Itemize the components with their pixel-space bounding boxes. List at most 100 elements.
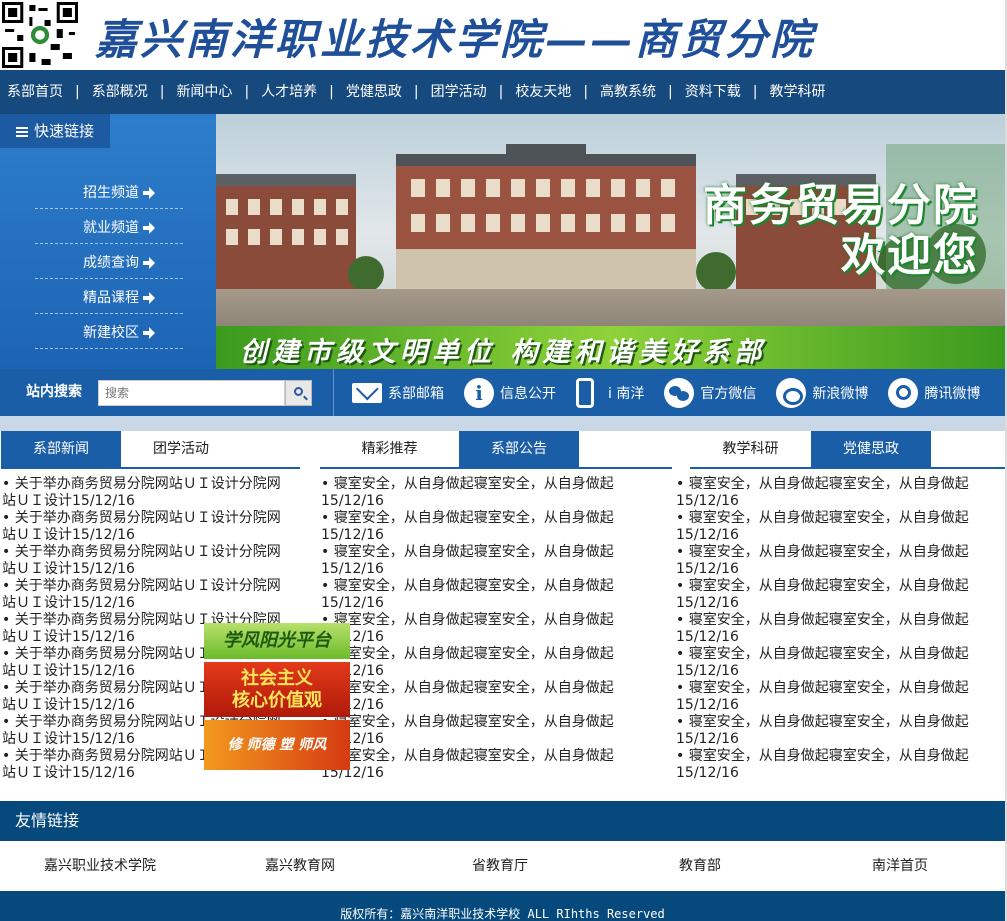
list-item[interactable]: • 寝室安全，从自身做起寝室安全，从自身做起15/12/16	[676, 646, 981, 680]
nav-item-alumni[interactable]: 校友天地	[515, 70, 571, 114]
quick-links-header: 快速链接	[0, 114, 110, 148]
friend-link-provincial-edu[interactable]: 省教育厅	[400, 841, 600, 891]
friend-link-jiaxing-edu[interactable]: 嘉兴教育网	[200, 841, 400, 891]
friend-link-jiaxing-vtc[interactable]: 嘉兴职业技术学院	[0, 841, 200, 891]
list-item[interactable]: • 寝室安全，从自身做起寝室安全，从自身做起15/12/16	[676, 510, 981, 544]
list-item[interactable]: • 寝室安全，从自身做起寝室安全，从自身做起15/12/16	[676, 476, 981, 510]
toolbar-divider	[333, 369, 334, 416]
quick-link-label: 就业频道	[83, 220, 139, 236]
site-search-label: 站内搜索	[26, 384, 82, 400]
tab-league-activities[interactable]: 团学活动	[121, 431, 241, 467]
list-item-title: 寝室安全，从自身做起寝室安全，从自身做起	[684, 544, 969, 560]
list-item[interactable]: • 寝室安全，从自身做起寝室安全，从自身做起15/12/16	[676, 680, 981, 714]
list-item[interactable]: • 寝室安全，从自身做起寝室安全，从自身做起15/12/16	[676, 578, 981, 612]
quick-link-employment[interactable]: 就业频道	[35, 209, 183, 244]
list-item-date: 15/12/16	[321, 595, 384, 611]
copyright-footer: 版权所有：嘉兴南洋职业技术学校 ALL RIhths Reserved	[0, 891, 1005, 921]
nav-item-home[interactable]: 系部首页	[0, 70, 63, 114]
list-item[interactable]: • 关于举办商务贸易分院网站ＵＩ设计分院网站ＵＩ设计15/12/16	[2, 476, 294, 510]
nav-item-news[interactable]: 新闻中心	[176, 70, 232, 114]
list-item-title: 寝室安全，从自身做起寝室安全，从自身做起	[684, 612, 969, 628]
list-item[interactable]: • 寝室安全，从自身做起寝室安全，从自身做起15/12/16	[676, 612, 981, 646]
banner-welcome-subtitle: 欢迎您	[841, 230, 979, 281]
friend-link-ministry-edu[interactable]: 教育部	[600, 841, 800, 891]
quick-link-grades[interactable]: 成绩查询	[35, 244, 183, 279]
research-list: • 寝室安全，从自身做起寝室安全，从自身做起15/12/16 • 寝室安全，从自身…	[676, 476, 981, 782]
list-item[interactable]: • 寝室安全，从自身做起寝室安全，从自身做起15/12/16	[321, 578, 626, 612]
arrow-right-icon	[143, 327, 155, 339]
list-item[interactable]: • 关于举办商务贸易分院网站ＵＩ设计分院网站ＵＩ设计15/12/16	[2, 510, 294, 544]
list-item-title: 关于举办商务贸易分院网站ＵＩ设计分院网站ＵＩ设计	[2, 544, 281, 577]
arrow-right-icon	[143, 222, 155, 234]
study-style-platform-badge[interactable]: 学风阳光平台	[204, 623, 350, 659]
list-item-date: 15/12/16	[676, 493, 739, 509]
quick-link-admissions[interactable]: 招生频道	[35, 174, 183, 209]
list-item[interactable]: • 寝室安全，从自身做起寝室安全，从自身做起15/12/16	[321, 748, 626, 782]
search-button[interactable]	[285, 380, 312, 406]
list-item[interactable]: • 寝室安全，从自身做起寝室安全，从自身做起15/12/16	[321, 680, 626, 714]
quick-link-courses[interactable]: 精品课程	[35, 279, 183, 314]
nav-separator: |	[244, 84, 250, 100]
nav-separator: |	[329, 84, 334, 100]
list-item[interactable]: • 寝室安全，从自身做起寝室安全，从自身做起15/12/16	[676, 748, 981, 782]
list-item[interactable]: • 寝室安全，从自身做起寝室安全，从自身做起15/12/16	[321, 612, 626, 646]
teacher-ethics-badge[interactable]: 修 师德 塑 师风	[204, 720, 350, 770]
nav-item-downloads[interactable]: 资料下载	[685, 70, 741, 114]
list-item[interactable]: • 关于举办商务贸易分院网站ＵＩ设计分院网站ＵＩ设计15/12/16	[2, 544, 294, 578]
nav-item-party[interactable]: 党健思政	[346, 70, 402, 114]
tabs-news: 系部新闻 团学活动	[1, 431, 300, 469]
core-values-badge[interactable]: 社会主义 核心价值观	[204, 662, 350, 717]
nav-separator: |	[583, 84, 589, 100]
social-link-mail[interactable]: 系部邮箱	[352, 382, 444, 403]
tab-teaching-research[interactable]: 教学科研	[690, 431, 811, 467]
list-item-date: 15/12/16	[72, 731, 135, 747]
weibo-icon	[776, 377, 807, 408]
core-values-line2: 核心价值观	[232, 690, 322, 711]
list-item-date: 15/12/16	[676, 629, 739, 645]
list-item[interactable]: • 寝室安全，从自身做起寝室安全，从自身做起15/12/16	[321, 476, 626, 510]
nav-item-league[interactable]: 团学活动	[431, 70, 487, 114]
social-link-info[interactable]: i 信息公开	[464, 377, 556, 408]
tab-dept-news[interactable]: 系部新闻	[1, 431, 121, 467]
list-item[interactable]: • 寝室安全，从自身做起寝室安全，从自身做起15/12/16	[321, 714, 626, 748]
list-item[interactable]: • 寝室安全，从自身做起寝室安全，从自身做起15/12/16	[676, 714, 981, 748]
social-label: 系部邮箱	[388, 385, 444, 402]
friend-link-nanyang-home[interactable]: 南洋首页	[800, 841, 1000, 891]
nav-separator: |	[75, 84, 80, 100]
list-item-title: 寝室安全，从自身做起寝室安全，从自身做起	[684, 510, 969, 526]
list-item-title: 关于举办商务贸易分院网站ＵＩ设计分院网站ＵＩ设计	[2, 510, 281, 543]
list-item-title: 寝室安全，从自身做起寝室安全，从自身做起	[329, 714, 614, 730]
social-link-sina-weibo[interactable]: 新浪微博	[776, 377, 868, 408]
nav-item-talent[interactable]: 人才培养	[261, 70, 317, 114]
social-link-wechat[interactable]: 官方微信	[664, 377, 756, 408]
quick-link-new-campus[interactable]: 新建校区	[35, 314, 183, 349]
list-item-date: 15/12/16	[72, 561, 135, 577]
tab-recommend[interactable]: 精彩推荐	[320, 431, 459, 467]
list-item-date: 15/12/16	[676, 731, 739, 747]
search-social-bar: 站内搜索 系部邮箱 i 信息公开 i 南洋 官方微信 新浪微博 腾讯微博	[0, 369, 1005, 416]
search-input[interactable]	[98, 380, 285, 406]
nav-item-overview[interactable]: 系部概况	[92, 70, 148, 114]
nav-separator: |	[159, 84, 165, 100]
list-item-title: 寝室安全，从自身做起寝室安全，从自身做起	[329, 646, 614, 662]
nav-item-research[interactable]: 教学科研	[769, 70, 825, 114]
social-link-tencent-weibo[interactable]: 腾讯微博	[888, 377, 980, 408]
list-item-title: 寝室安全，从自身做起寝室安全，从自身做起	[329, 680, 614, 696]
list-item[interactable]: • 寝室安全，从自身做起寝室安全，从自身做起15/12/16	[321, 646, 626, 680]
slogan-bar: 创建市级文明单位 构建和谐美好系部	[216, 326, 1005, 369]
list-item-date: 15/12/16	[72, 493, 135, 509]
list-item-date: 15/12/16	[321, 527, 384, 543]
list-item-title: 寝室安全，从自身做起寝室安全，从自身做起	[684, 646, 969, 662]
list-item[interactable]: • 关于举办商务贸易分院网站ＵＩ设计分院网站ＵＩ设计15/12/16	[2, 578, 294, 612]
phone-icon	[576, 377, 594, 408]
tab-party-politics[interactable]: 党健思政	[811, 431, 931, 467]
list-item-date: 15/12/16	[676, 663, 739, 679]
nav-item-higher-edu[interactable]: 高教系统	[600, 70, 656, 114]
list-item[interactable]: • 寝室安全，从自身做起寝室安全，从自身做起15/12/16	[321, 544, 626, 578]
social-link-inanyang[interactable]: i 南洋	[576, 377, 644, 408]
nav-separator: |	[498, 84, 504, 100]
list-item[interactable]: • 寝室安全，从自身做起寝室安全，从自身做起15/12/16	[676, 544, 981, 578]
list-item-title: 寝室安全，从自身做起寝室安全，从自身做起	[684, 714, 969, 730]
list-item[interactable]: • 寝室安全，从自身做起寝室安全，从自身做起15/12/16	[321, 510, 626, 544]
tab-dept-notices[interactable]: 系部公告	[459, 431, 579, 467]
